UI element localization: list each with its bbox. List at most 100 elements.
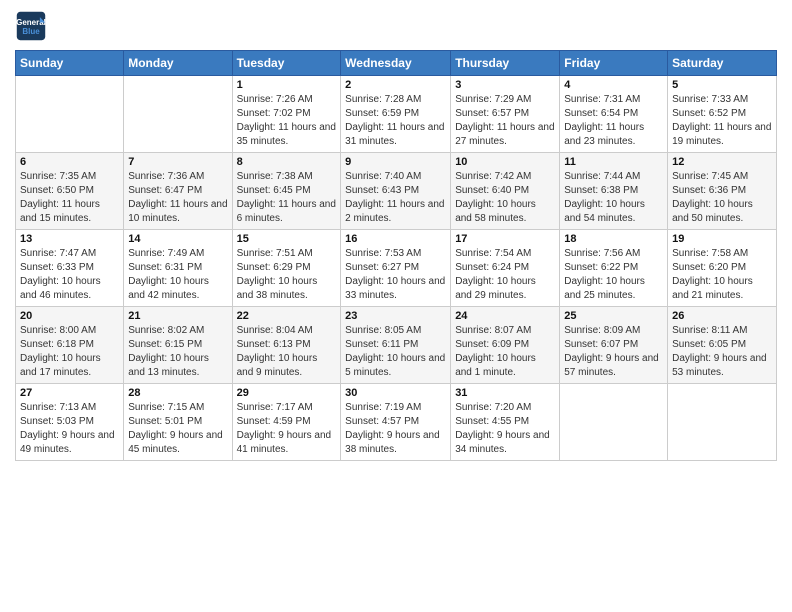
day-info: Sunrise: 7:40 AM Sunset: 6:43 PM Dayligh… bbox=[345, 170, 446, 226]
day-number: 31 bbox=[455, 387, 555, 399]
day-number: 30 bbox=[345, 387, 446, 399]
day-info: Sunrise: 7:58 AM Sunset: 6:20 PM Dayligh… bbox=[672, 247, 772, 303]
day-number: 13 bbox=[20, 233, 119, 245]
day-number: 11 bbox=[564, 156, 663, 168]
calendar-cell: 20Sunrise: 8:00 AM Sunset: 6:18 PM Dayli… bbox=[16, 307, 124, 384]
calendar-cell: 30 Sunrise: 7:19 AM Sunset: 4:57 PM Dayli… bbox=[341, 384, 451, 461]
day-info: Sunrise: 8:09 AM Sunset: 6:07 PM Dayligh… bbox=[564, 324, 663, 380]
calendar-cell: 29Sunrise: 7:17 AM Sunset: 4:59 PM Dayli… bbox=[232, 384, 341, 461]
calendar-day-header: Tuesday bbox=[232, 51, 341, 76]
day-info: Sunrise: 7:33 AM Sunset: 6:52 PM Dayligh… bbox=[672, 93, 772, 149]
calendar-cell: 26 Sunrise: 8:11 AM Sunset: 6:05 PM Dayli… bbox=[668, 307, 777, 384]
day-info: Sunrise: 8:11 AM Sunset: 6:05 PM Dayligh… bbox=[672, 324, 772, 380]
calendar-cell: 14Sunrise: 7:49 AM Sunset: 6:31 PM Dayli… bbox=[124, 230, 232, 307]
day-info: Sunrise: 7:54 AM Sunset: 6:24 PM Dayligh… bbox=[455, 247, 555, 303]
calendar-cell: 12 Sunrise: 7:45 AM Sunset: 6:36 PM Dayli… bbox=[668, 153, 777, 230]
calendar-day-header: Monday bbox=[124, 51, 232, 76]
day-number: 19 bbox=[672, 233, 772, 245]
day-info: Sunrise: 8:05 AM Sunset: 6:11 PM Dayligh… bbox=[345, 324, 446, 380]
day-number: 5 bbox=[672, 79, 772, 91]
calendar-day-header: Wednesday bbox=[341, 51, 451, 76]
calendar-cell: 23 Sunrise: 8:05 AM Sunset: 6:11 PM Dayli… bbox=[341, 307, 451, 384]
day-info: Sunrise: 7:13 AM Sunset: 5:03 PM Dayligh… bbox=[20, 401, 119, 457]
calendar-day-header: Friday bbox=[560, 51, 668, 76]
calendar-cell: 10 Sunrise: 7:42 AM Sunset: 6:40 PM Dayli… bbox=[451, 153, 560, 230]
day-info: Sunrise: 8:07 AM Sunset: 6:09 PM Dayligh… bbox=[455, 324, 555, 380]
calendar-cell: 13 Sunrise: 7:47 AM Sunset: 6:33 PM Dayli… bbox=[16, 230, 124, 307]
calendar-header-row: SundayMondayTuesdayWednesdayThursdayFrid… bbox=[16, 51, 777, 76]
day-number: 18 bbox=[564, 233, 663, 245]
calendar-cell: 25 Sunrise: 8:09 AM Sunset: 6:07 PM Dayli… bbox=[560, 307, 668, 384]
calendar-cell: 19 Sunrise: 7:58 AM Sunset: 6:20 PM Dayli… bbox=[668, 230, 777, 307]
day-number: 8 bbox=[237, 156, 337, 168]
calendar-cell: 6Sunrise: 7:35 AM Sunset: 6:50 PM Daylig… bbox=[16, 153, 124, 230]
calendar-cell bbox=[124, 76, 232, 153]
calendar-week-row: 1 Sunrise: 7:26 AM Sunset: 7:02 PM Daylig… bbox=[16, 76, 777, 153]
day-number: 6 bbox=[20, 156, 119, 168]
calendar-cell: 22 Sunrise: 8:04 AM Sunset: 6:13 PM Dayli… bbox=[232, 307, 341, 384]
day-number: 20 bbox=[20, 310, 119, 322]
calendar-cell: 15 Sunrise: 7:51 AM Sunset: 6:29 PM Dayli… bbox=[232, 230, 341, 307]
day-info: Sunrise: 7:47 AM Sunset: 6:33 PM Dayligh… bbox=[20, 247, 119, 303]
day-number: 3 bbox=[455, 79, 555, 91]
day-number: 7 bbox=[128, 156, 227, 168]
day-info: Sunrise: 7:38 AM Sunset: 6:45 PM Dayligh… bbox=[237, 170, 337, 226]
calendar-cell: 27 Sunrise: 7:13 AM Sunset: 5:03 PM Dayli… bbox=[16, 384, 124, 461]
day-number: 4 bbox=[564, 79, 663, 91]
day-info: Sunrise: 7:26 AM Sunset: 7:02 PM Dayligh… bbox=[237, 93, 337, 149]
calendar-cell: 3Sunrise: 7:29 AM Sunset: 6:57 PM Daylig… bbox=[451, 76, 560, 153]
calendar-cell: 9 Sunrise: 7:40 AM Sunset: 6:43 PM Daylig… bbox=[341, 153, 451, 230]
day-number: 14 bbox=[128, 233, 227, 245]
calendar-week-row: 27 Sunrise: 7:13 AM Sunset: 5:03 PM Dayli… bbox=[16, 384, 777, 461]
calendar-week-row: 20Sunrise: 8:00 AM Sunset: 6:18 PM Dayli… bbox=[16, 307, 777, 384]
day-number: 25 bbox=[564, 310, 663, 322]
day-number: 27 bbox=[20, 387, 119, 399]
calendar-cell: 8 Sunrise: 7:38 AM Sunset: 6:45 PM Daylig… bbox=[232, 153, 341, 230]
day-number: 12 bbox=[672, 156, 772, 168]
day-info: Sunrise: 7:42 AM Sunset: 6:40 PM Dayligh… bbox=[455, 170, 555, 226]
day-number: 23 bbox=[345, 310, 446, 322]
calendar-cell: 28Sunrise: 7:15 AM Sunset: 5:01 PM Dayli… bbox=[124, 384, 232, 461]
calendar-cell bbox=[668, 384, 777, 461]
day-info: Sunrise: 7:28 AM Sunset: 6:59 PM Dayligh… bbox=[345, 93, 446, 149]
calendar-cell bbox=[560, 384, 668, 461]
svg-text:Blue: Blue bbox=[22, 27, 40, 36]
calendar-cell: 17 Sunrise: 7:54 AM Sunset: 6:24 PM Dayli… bbox=[451, 230, 560, 307]
calendar-table: SundayMondayTuesdayWednesdayThursdayFrid… bbox=[15, 50, 777, 461]
day-info: Sunrise: 7:36 AM Sunset: 6:47 PM Dayligh… bbox=[128, 170, 227, 226]
calendar-cell: 1 Sunrise: 7:26 AM Sunset: 7:02 PM Daylig… bbox=[232, 76, 341, 153]
calendar-cell: 21 Sunrise: 8:02 AM Sunset: 6:15 PM Dayli… bbox=[124, 307, 232, 384]
day-info: Sunrise: 7:45 AM Sunset: 6:36 PM Dayligh… bbox=[672, 170, 772, 226]
calendar-cell: 7 Sunrise: 7:36 AM Sunset: 6:47 PM Daylig… bbox=[124, 153, 232, 230]
page: General Blue SundayMondayTuesdayWednesda… bbox=[0, 0, 792, 612]
calendar-cell: 24 Sunrise: 8:07 AM Sunset: 6:09 PM Dayli… bbox=[451, 307, 560, 384]
day-number: 21 bbox=[128, 310, 227, 322]
day-info: Sunrise: 7:51 AM Sunset: 6:29 PM Dayligh… bbox=[237, 247, 337, 303]
day-number: 10 bbox=[455, 156, 555, 168]
logo-icon: General Blue bbox=[15, 10, 47, 42]
day-info: Sunrise: 8:04 AM Sunset: 6:13 PM Dayligh… bbox=[237, 324, 337, 380]
calendar-cell: 31 Sunrise: 7:20 AM Sunset: 4:55 PM Dayli… bbox=[451, 384, 560, 461]
day-number: 22 bbox=[237, 310, 337, 322]
calendar-day-header: Sunday bbox=[16, 51, 124, 76]
calendar-cell: 11 Sunrise: 7:44 AM Sunset: 6:38 PM Dayli… bbox=[560, 153, 668, 230]
day-info: Sunrise: 7:53 AM Sunset: 6:27 PM Dayligh… bbox=[345, 247, 446, 303]
day-info: Sunrise: 7:44 AM Sunset: 6:38 PM Dayligh… bbox=[564, 170, 663, 226]
day-info: Sunrise: 8:02 AM Sunset: 6:15 PM Dayligh… bbox=[128, 324, 227, 380]
day-number: 9 bbox=[345, 156, 446, 168]
day-info: Sunrise: 7:19 AM Sunset: 4:57 PM Dayligh… bbox=[345, 401, 446, 457]
day-info: Sunrise: 7:15 AM Sunset: 5:01 PM Dayligh… bbox=[128, 401, 227, 457]
day-number: 1 bbox=[237, 79, 337, 91]
day-info: Sunrise: 7:20 AM Sunset: 4:55 PM Dayligh… bbox=[455, 401, 555, 457]
calendar-cell: 16 Sunrise: 7:53 AM Sunset: 6:27 PM Dayli… bbox=[341, 230, 451, 307]
calendar-week-row: 6Sunrise: 7:35 AM Sunset: 6:50 PM Daylig… bbox=[16, 153, 777, 230]
day-number: 24 bbox=[455, 310, 555, 322]
day-number: 17 bbox=[455, 233, 555, 245]
calendar-week-row: 13 Sunrise: 7:47 AM Sunset: 6:33 PM Dayli… bbox=[16, 230, 777, 307]
calendar-cell bbox=[16, 76, 124, 153]
day-info: Sunrise: 7:31 AM Sunset: 6:54 PM Dayligh… bbox=[564, 93, 663, 149]
day-number: 15 bbox=[237, 233, 337, 245]
calendar-day-header: Saturday bbox=[668, 51, 777, 76]
day-number: 26 bbox=[672, 310, 772, 322]
day-number: 16 bbox=[345, 233, 446, 245]
